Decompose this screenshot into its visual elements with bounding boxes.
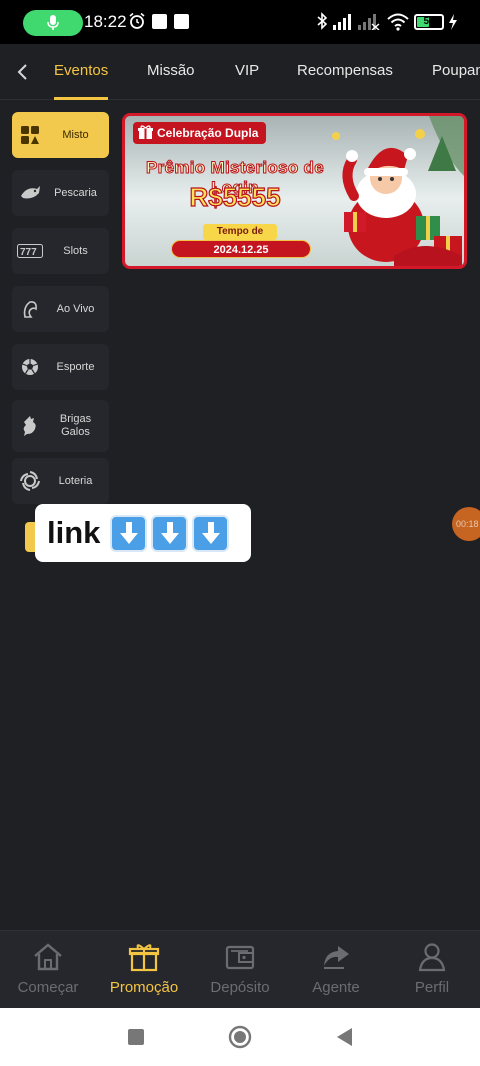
banner-tag-text: Celebração Dupla: [157, 126, 259, 140]
floating-timer-button[interactable]: 00:18: [452, 507, 480, 541]
notification-square-icon: [174, 14, 189, 29]
nav-item-promocao[interactable]: Promoção: [96, 941, 192, 996]
notification-square-icon: [152, 14, 167, 29]
lottery-icon: [20, 471, 40, 491]
link-text: link: [47, 515, 101, 550]
sidebar-item-loteria[interactable]: Loteria: [12, 458, 109, 504]
back-system-button[interactable]: [332, 1025, 356, 1049]
down-arrow-icon: [192, 514, 230, 552]
sidebar-item-label: Misto: [62, 128, 89, 141]
sidebar-item-misto[interactable]: Misto: [12, 112, 109, 158]
circle-home-icon: [228, 1025, 252, 1049]
alarm-icon: [129, 12, 145, 29]
down-arrow-icon: [151, 514, 189, 552]
back-button[interactable]: [10, 58, 34, 86]
sidebar-item-brigas-galos[interactable]: Brigas Galos: [12, 400, 109, 452]
recents-button[interactable]: [124, 1025, 148, 1049]
chevron-left-icon: [17, 64, 27, 80]
gift-icon: [128, 944, 160, 972]
wallet-icon: [225, 945, 255, 970]
fish-icon: [21, 186, 40, 199]
status-bar: 18:22 50: [0, 0, 480, 44]
system-navigation-bar: [0, 1008, 480, 1066]
active-tab-indicator: [54, 97, 108, 100]
soccer-ball-icon: [22, 359, 38, 375]
live-icon: [23, 301, 37, 318]
app-screen: 18:22 50 Eventos Missão VIP Recompensas …: [0, 0, 480, 1066]
nav-item-label: Promoção: [109, 979, 179, 996]
share-icon: [324, 946, 349, 969]
triangle-back-icon: [337, 1028, 352, 1046]
down-arrow-icon: [110, 514, 148, 552]
sidebar-item-label: Loteria: [58, 474, 93, 487]
home-icon: [34, 943, 62, 971]
sidebar-item-slots[interactable]: 777 Slots: [12, 228, 109, 274]
signal-weak-icon: [358, 14, 380, 30]
svg-text:777: 777: [20, 247, 37, 258]
nav-item-deposito[interactable]: Depósito: [192, 941, 288, 996]
banner-date: 2024.12.25: [171, 240, 311, 258]
bottom-nav-bar: Começar Promoção Depósito Agente Perfil: [0, 930, 480, 1008]
microphone-indicator[interactable]: [23, 10, 83, 36]
sidebar-item-label: Pescaria: [54, 186, 97, 199]
sidebar-item-label: Ao Vivo: [56, 302, 95, 315]
square-icon: [128, 1029, 144, 1045]
signal-icon: [333, 14, 351, 30]
nav-item-label: Perfil: [414, 979, 450, 996]
sidebar-item-pescaria[interactable]: Pescaria: [12, 170, 109, 216]
grid-icon: [21, 126, 39, 144]
microphone-icon: [47, 15, 59, 30]
promo-banner[interactable]: Celebração Dupla Prêmio Misterioso de Lo…: [122, 113, 467, 269]
tab-vip[interactable]: VIP: [235, 62, 259, 79]
slots-777-icon: 777: [17, 244, 43, 258]
clock: 18:22: [84, 12, 127, 31]
battery-level: 50: [423, 16, 435, 27]
nav-item-label: Agente: [312, 979, 360, 996]
bluetooth-icon: [317, 12, 328, 30]
sidebar-item-label: Esporte: [56, 360, 95, 373]
top-tab-bar: Eventos Missão VIP Recompensas Poupança: [0, 44, 480, 100]
nav-item-label: Depósito: [210, 979, 270, 996]
home-button[interactable]: [228, 1025, 252, 1049]
banner-amount: R$5555: [189, 181, 281, 212]
sidebar-item-label: Slots: [63, 244, 88, 257]
sidebar-item-ao-vivo[interactable]: Ao Vivo: [12, 286, 109, 332]
banner-tag: Celebração Dupla: [133, 122, 267, 144]
gift-icon: [138, 125, 153, 139]
rooster-icon: [23, 416, 36, 436]
nav-item-label: Começar: [17, 979, 79, 996]
battery-indicator: 50: [414, 14, 444, 30]
banner-collect-label: Tempo de coleta: [203, 224, 277, 253]
tab-poupanca[interactable]: Poupança: [432, 62, 480, 79]
charging-icon: [449, 14, 457, 30]
nav-item-perfil[interactable]: Perfil: [384, 941, 480, 996]
nav-item-comecar[interactable]: Começar: [0, 941, 96, 996]
tab-recompensas[interactable]: Recompensas: [297, 62, 393, 79]
santa-claus-illustration: [332, 116, 464, 266]
tab-missao[interactable]: Missão: [147, 62, 195, 79]
sidebar-item-esporte[interactable]: Esporte: [12, 344, 109, 390]
nav-item-agente[interactable]: Agente: [288, 941, 384, 996]
wifi-icon: [387, 13, 409, 31]
link-overlay-sticker: link: [35, 504, 251, 562]
sidebar-item-label: Brigas Galos: [59, 413, 92, 438]
tab-eventos[interactable]: Eventos: [54, 62, 108, 79]
user-icon: [418, 943, 446, 972]
